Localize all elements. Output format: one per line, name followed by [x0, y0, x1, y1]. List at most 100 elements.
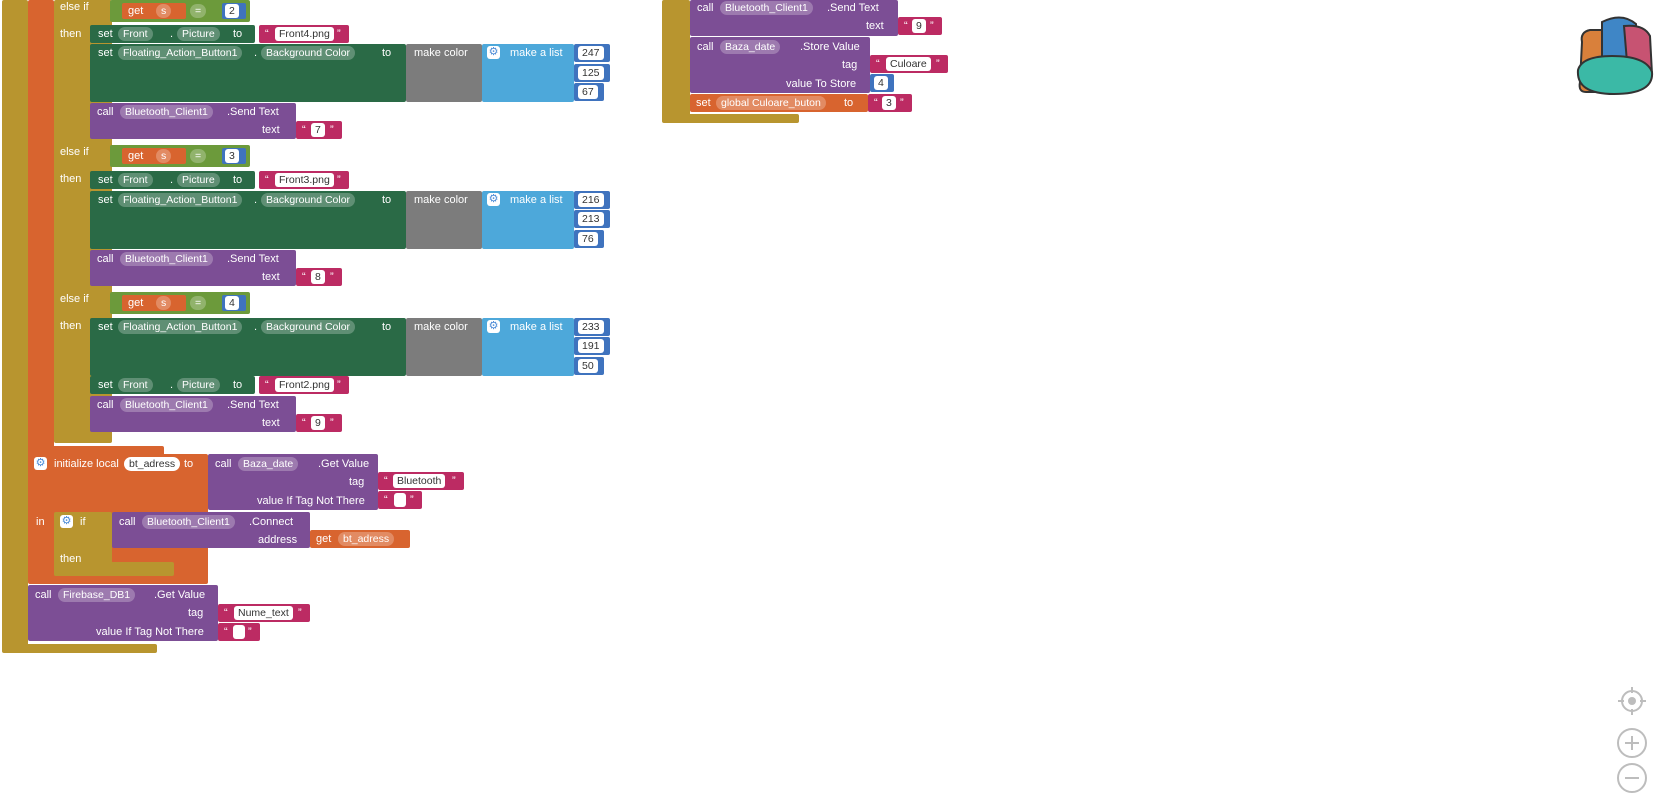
property-dropdown[interactable]: Background Color [261, 320, 356, 334]
make-list-block[interactable]: ⚙ make a list [482, 44, 574, 102]
component-dropdown[interactable]: Floating_Action_Button1 [118, 320, 243, 334]
mutator-gear-icon[interactable]: ⚙ [487, 46, 500, 59]
empty-text-block[interactable]: “ ” [218, 623, 260, 641]
empty-text-block[interactable]: “ ” [378, 491, 422, 509]
call-connect-block[interactable]: call Bluetooth_Client1 .Connect address [112, 512, 310, 548]
var-dropdown[interactable]: bt_adress [338, 532, 395, 546]
text-block[interactable]: “ 9 ” [296, 414, 342, 432]
zoom-out-icon[interactable] [1616, 762, 1648, 794]
get-var-block[interactable]: get bt_adress [310, 530, 410, 548]
operator-dropdown[interactable]: = [190, 149, 207, 163]
else-if-label: else if [60, 293, 89, 305]
local-var-name-field[interactable]: bt_adress [124, 457, 181, 471]
text-block[interactable]: “ Culoare ” [870, 55, 948, 73]
text-block[interactable]: “ 7 ” [296, 121, 342, 139]
call-get-value-block[interactable]: call Baza_date .Get Value tag value If T… [208, 454, 378, 510]
make-color-block[interactable]: make color [406, 191, 482, 249]
component-dropdown[interactable]: Bluetooth_Client1 [120, 105, 213, 119]
text-block[interactable]: “ Nume_text ” [218, 604, 310, 622]
mutator-gear-icon[interactable]: ⚙ [487, 193, 500, 206]
component-dropdown[interactable]: Bluetooth_Client1 [120, 398, 213, 412]
component-dropdown[interactable]: Front [118, 378, 153, 392]
outer-event-block[interactable] [2, 0, 28, 652]
set-background-color-block[interactable]: set Floating_Action_Button1 . Background… [90, 318, 406, 376]
number-block[interactable]: 4 [222, 295, 246, 311]
compare-block[interactable]: get s = 4 [110, 292, 250, 314]
number-block[interactable]: 2 [222, 3, 246, 19]
compare-block[interactable]: get s = 3 [110, 145, 250, 167]
set-picture-block[interactable]: set Front . Picture to [90, 171, 255, 189]
operator-dropdown[interactable]: = [190, 296, 207, 310]
text-block[interactable]: “ Front4.png ” [259, 25, 349, 43]
number-block[interactable]: 216 [574, 191, 610, 209]
set-picture-block[interactable]: set Front . Picture to [90, 25, 255, 43]
component-dropdown[interactable]: Bluetooth_Client1 [142, 515, 235, 529]
operator-dropdown[interactable]: = [190, 4, 207, 18]
var-dropdown[interactable]: s [156, 296, 172, 310]
set-background-color-block[interactable]: set Floating_Action_Button1 . Background… [90, 44, 406, 102]
compare-block[interactable]: get s = 2 [110, 0, 250, 22]
property-dropdown[interactable]: Background Color [261, 46, 356, 60]
number-block[interactable]: 67 [574, 83, 604, 101]
global-var-dropdown[interactable]: global Culoare_buton [716, 96, 826, 110]
component-dropdown[interactable]: Bluetooth_Client1 [120, 252, 213, 266]
number-block[interactable]: 4 [870, 74, 894, 92]
text-block[interactable]: “ 3 ” [868, 94, 912, 112]
component-dropdown[interactable]: Baza_date [720, 40, 781, 54]
number-block[interactable]: 125 [574, 64, 610, 82]
var-dropdown[interactable]: s [156, 149, 172, 163]
zoom-in-icon[interactable] [1616, 727, 1648, 759]
mutator-gear-icon[interactable]: ⚙ [487, 320, 500, 333]
property-dropdown[interactable]: Picture [177, 378, 220, 392]
call-send-text-block[interactable]: call Bluetooth_Client1 .Send Text text [690, 0, 898, 36]
property-dropdown[interactable]: Background Color [261, 193, 356, 207]
component-dropdown[interactable]: Front [118, 173, 153, 187]
component-dropdown[interactable]: Bluetooth_Client1 [720, 1, 813, 15]
then-label: then [60, 28, 82, 40]
call-firebase-get-value-block[interactable]: call Firebase_DB1 .Get Value tag value I… [28, 585, 218, 641]
get-var-block[interactable]: get s [122, 295, 186, 311]
number-block[interactable]: 247 [574, 44, 610, 62]
component-dropdown[interactable]: Floating_Action_Button1 [118, 193, 243, 207]
set-background-color-block[interactable]: set Floating_Action_Button1 . Background… [90, 191, 406, 249]
number-block[interactable]: 191 [574, 337, 610, 355]
mutator-gear-icon[interactable]: ⚙ [34, 457, 47, 470]
component-dropdown[interactable]: Baza_date [238, 457, 299, 471]
component-dropdown[interactable]: Firebase_DB1 [58, 588, 136, 602]
make-color-block[interactable]: make color [406, 44, 482, 102]
component-dropdown[interactable]: Floating_Action_Button1 [118, 46, 243, 60]
if-elseif-bottom [54, 434, 112, 443]
component-dropdown[interactable]: Front [118, 27, 153, 41]
outer-variable-block[interactable] [28, 0, 54, 458]
mutator-gear-icon[interactable]: ⚙ [60, 515, 73, 528]
text-block[interactable]: “ 9 ” [898, 17, 942, 35]
call-store-value-block[interactable]: call Baza_date .Store Value tag value To… [690, 37, 870, 93]
number-block[interactable]: 233 [574, 318, 610, 336]
call-send-text-block[interactable]: call Bluetooth_Client1 .Send Text text [90, 396, 296, 432]
text-block[interactable]: “ Front3.png ” [259, 171, 349, 189]
make-list-block[interactable]: ⚙ make a list [482, 191, 574, 249]
property-dropdown[interactable]: Picture [177, 27, 220, 41]
number-block[interactable]: 3 [222, 148, 246, 164]
make-color-block[interactable]: make color [406, 318, 482, 376]
text-block[interactable]: “ 8 ” [296, 268, 342, 286]
then-label: then [60, 173, 82, 185]
set-global-block[interactable]: set global Culoare_buton to [690, 94, 868, 112]
set-picture-block[interactable]: set Front . Picture to [90, 376, 255, 394]
number-block[interactable]: 50 [574, 357, 604, 375]
recenter-target-icon[interactable] [1616, 685, 1648, 717]
property-dropdown[interactable]: Picture [177, 173, 220, 187]
blocks-workspace[interactable]: else if get s = 2 then set Front . Pictu… [0, 0, 1656, 794]
make-list-block[interactable]: ⚙ make a list [482, 318, 574, 376]
var-dropdown[interactable]: s [156, 4, 172, 18]
backpack-icon[interactable] [1572, 12, 1656, 96]
text-block[interactable]: “ Bluetooth ” [378, 472, 464, 490]
text-block[interactable]: “ Front2.png ” [259, 376, 349, 394]
number-block[interactable]: 213 [574, 210, 610, 228]
call-send-text-block[interactable]: call Bluetooth_Client1 .Send Text text [90, 103, 296, 139]
get-var-block[interactable]: get s [122, 148, 186, 164]
get-var-block[interactable]: get s [122, 3, 186, 19]
call-send-text-block[interactable]: call Bluetooth_Client1 .Send Text text [90, 250, 296, 286]
number-block[interactable]: 76 [574, 230, 604, 248]
right-event-block[interactable] [662, 0, 690, 120]
